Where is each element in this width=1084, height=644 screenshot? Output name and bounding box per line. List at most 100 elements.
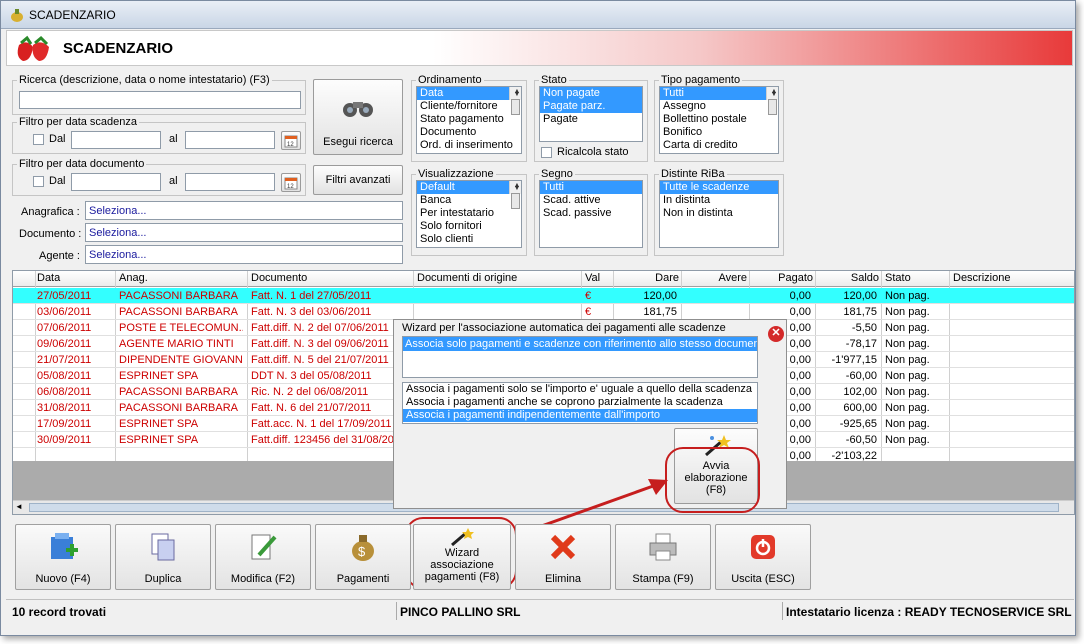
column-header-data[interactable]: Data — [37, 272, 113, 284]
documento-to-input[interactable] — [185, 173, 275, 191]
search-button-label: Esegui ricerca — [323, 136, 393, 148]
column-header-anag[interactable]: Anag. — [119, 272, 245, 284]
wizard-option-same-document[interactable]: Associa solo pagamenti e scadenze con ri… — [403, 337, 757, 351]
advanced-filters-button[interactable]: Filtri avanzati — [313, 165, 403, 195]
ordinamento-item[interactable]: Data — [417, 87, 521, 100]
list-scrollbar[interactable]: ▲ ▼ — [766, 87, 778, 115]
scroll-down-icon[interactable]: ▼ — [510, 90, 521, 100]
scroll-thumb[interactable] — [511, 99, 520, 115]
segno-list[interactable]: Tutti Scad. attive Scad. passive — [539, 180, 643, 248]
cell-val: € — [585, 290, 592, 302]
ricalcola-checkbox[interactable] — [541, 147, 552, 158]
scadenza-from-input[interactable] — [71, 131, 161, 149]
filter-scadenza-checkbox[interactable] — [33, 134, 44, 145]
calendar-button[interactable]: 12 — [281, 173, 301, 192]
elimina-button[interactable]: Elimina — [515, 524, 611, 590]
modifica-button[interactable]: Modifica (F2) — [215, 524, 311, 590]
ordinamento-list[interactable]: Data Cliente/fornitore Stato pagamento Docu… — [416, 86, 522, 154]
documento-from-input[interactable] — [71, 173, 161, 191]
stato-item[interactable]: Pagate — [540, 113, 642, 126]
documento-select[interactable]: Seleziona... — [85, 223, 403, 242]
record-count: 10 record trovati — [12, 605, 107, 619]
wizard-option-box[interactable]: Associa solo pagamenti e scadenze con ri… — [402, 336, 758, 378]
column-header-orig[interactable]: Documenti di origine — [417, 272, 579, 284]
anagrafica-select[interactable]: Seleziona... — [85, 201, 403, 220]
ordinamento-item[interactable]: Ord. di inserimento — [417, 139, 521, 152]
calendar-button[interactable]: 12 — [281, 131, 301, 150]
cell-data: 09/06/2011 — [37, 338, 92, 350]
scadenza-to-input[interactable] — [185, 131, 275, 149]
tipo-pagamento-item[interactable]: Carta di credito — [660, 139, 778, 152]
column-header-doc[interactable]: Documento — [251, 272, 411, 284]
ordinamento-item[interactable]: Stato pagamento — [417, 113, 521, 126]
scroll-thumb[interactable] — [768, 99, 777, 115]
scroll-left-icon[interactable]: ◄ — [15, 502, 23, 511]
cell-doc: Fatt.acc. N. 1 del 17/09/2011 — [251, 418, 392, 430]
cell-stato: Non pag. — [885, 402, 930, 414]
stato-item[interactable]: Non pagate — [540, 87, 642, 100]
cell-stato: Non pag. — [885, 370, 930, 382]
column-header-saldo[interactable]: Saldo — [819, 272, 879, 284]
visualizzazione-item[interactable]: Per intestatario — [417, 207, 521, 220]
search-input[interactable] — [19, 91, 301, 109]
pagamenti-button[interactable]: $ Pagamenti — [315, 524, 411, 590]
visualizzazione-item[interactable]: Solo clienti — [417, 233, 521, 246]
cell-stato: Non pag. — [885, 290, 930, 302]
tipo-pagamento-item[interactable]: Bonifico — [660, 126, 778, 139]
column-header-stato[interactable]: Stato — [885, 272, 947, 284]
visualizzazione-item[interactable]: Banca — [417, 194, 521, 207]
wizard-option-item[interactable]: Associa i pagamenti solo se l'importo e'… — [403, 383, 757, 396]
nuovo-button[interactable]: Nuovo (F4) — [15, 524, 111, 590]
segno-item[interactable]: Scad. attive — [540, 194, 642, 207]
list-scrollbar[interactable]: ▲ ▼ — [509, 87, 521, 115]
close-icon[interactable]: ✕ — [768, 326, 784, 342]
column-header-avere[interactable]: Avere — [685, 272, 747, 284]
wizard-option-item[interactable]: Associa i pagamenti indipendentemente da… — [403, 409, 757, 422]
elimina-label: Elimina — [544, 573, 582, 585]
visualizzazione-item[interactable]: Default — [417, 181, 521, 194]
ordinamento-item[interactable]: Cliente/fornitore — [417, 100, 521, 113]
scroll-down-icon[interactable]: ▼ — [510, 184, 521, 194]
scroll-thumb[interactable] — [511, 193, 520, 209]
stato-list[interactable]: Non pagate Pagate parz. Pagate — [539, 86, 643, 142]
cell-anag: PACASSONI BARBARA — [119, 306, 238, 318]
scroll-down-icon[interactable]: ▼ — [767, 90, 778, 100]
tipo-pagamento-item[interactable]: Tutti — [660, 87, 778, 100]
wizard-associazione-button[interactable]: Wizard associazione pagamenti (F8) — [413, 524, 511, 590]
distinte-riba-list[interactable]: Tutte le scadenze In distinta Non in disti… — [659, 180, 779, 248]
distinte-riba-item[interactable]: Tutte le scadenze — [660, 181, 778, 194]
tipo-pagamento-item[interactable]: Bollettino postale — [660, 113, 778, 126]
dal-label: Dal — [49, 175, 66, 187]
filter-scadenza-legend: Filtro per data scadenza — [19, 116, 138, 128]
agente-select[interactable]: Seleziona... — [85, 245, 403, 264]
filter-documento-checkbox[interactable] — [33, 176, 44, 187]
segno-item[interactable]: Scad. passive — [540, 207, 642, 220]
duplica-button[interactable]: Duplica — [115, 524, 211, 590]
wizard-options-list[interactable]: Associa i pagamenti solo se l'importo e'… — [402, 382, 758, 424]
cell-saldo: 181,75 — [843, 306, 877, 318]
distinte-riba-item[interactable]: In distinta — [660, 194, 778, 207]
tipo-pagamento-list[interactable]: Tutti Assegno Bollettino postale Bonifico Ca… — [659, 86, 779, 154]
distinte-riba-item[interactable]: Non in distinta — [660, 207, 778, 220]
column-header-desc[interactable]: Descrizione — [953, 272, 1069, 284]
filter-documento-legend: Filtro per data documento — [19, 158, 145, 170]
table-row[interactable]: 03/06/2011 PACASSONI BARBARA Fatt. N. 3 de… — [13, 304, 1074, 320]
table-row[interactable]: 27/05/2011 PACASSONI BARBARA Fatt. N. 1 de… — [13, 288, 1074, 304]
ordinamento-item[interactable]: Documento — [417, 126, 521, 139]
cell-anag: PACASSONI BARBARA — [119, 402, 238, 414]
visualizzazione-list[interactable]: Default Banca Per intestatario Solo fornito… — [416, 180, 522, 248]
wizard-option-item[interactable]: Associa i pagamenti anche se coprono par… — [403, 396, 757, 409]
search-button[interactable]: Esegui ricerca — [313, 79, 403, 155]
tipo-pagamento-item[interactable]: Assegno — [660, 100, 778, 113]
ricalcola-label: Ricalcola stato — [557, 146, 629, 158]
visualizzazione-item[interactable]: Solo fornitori — [417, 220, 521, 233]
segno-item[interactable]: Tutti — [540, 181, 642, 194]
cell-data: 03/06/2011 — [37, 306, 92, 318]
stato-item[interactable]: Pagate parz. — [540, 100, 642, 113]
column-header-dare[interactable]: Dare — [617, 272, 679, 284]
column-header-pagato[interactable]: Pagato — [753, 272, 813, 284]
column-header-val[interactable]: Val — [585, 272, 611, 284]
list-scrollbar[interactable]: ▲ ▼ — [509, 181, 521, 209]
stampa-button[interactable]: Stampa (F9) — [615, 524, 711, 590]
uscita-button[interactable]: Uscita (ESC) — [715, 524, 811, 590]
